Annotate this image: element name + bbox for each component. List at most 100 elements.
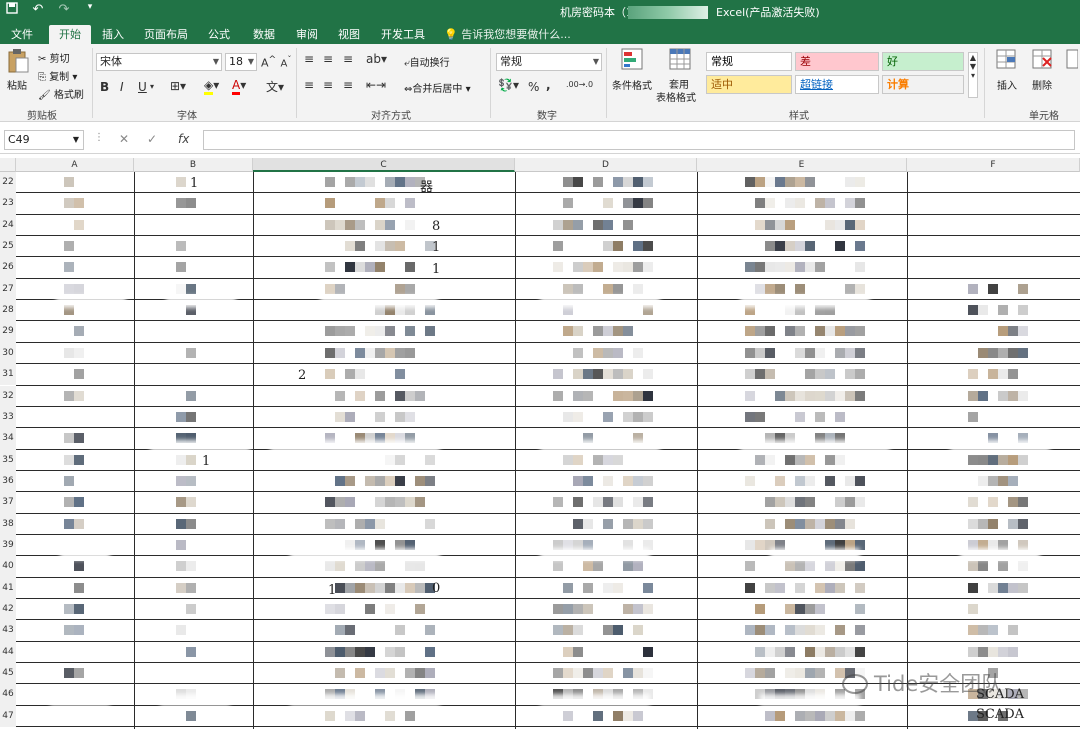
tab-formulas[interactable]: 公式 <box>202 25 236 44</box>
cell-c26[interactable]: 1 <box>432 262 440 277</box>
cancel-icon[interactable]: ✕ <box>119 132 129 146</box>
customize-qat-icon[interactable]: ▾ <box>82 2 98 18</box>
cell-f47[interactable]: SCADA <box>976 707 1024 722</box>
row-header-44[interactable]: 44 <box>0 641 16 664</box>
row-header-46[interactable]: 46 <box>0 684 16 706</box>
number-format-select[interactable]: 常规 ▼ <box>496 53 602 71</box>
row-header-35[interactable]: 35 <box>0 449 16 471</box>
align-top-icon[interactable]: ≡ <box>304 52 314 66</box>
style-neutral[interactable]: 适中 <box>706 75 792 94</box>
style-good[interactable]: 好 <box>882 52 964 71</box>
align-right-icon[interactable]: ≡ <box>343 78 353 92</box>
increase-font-icon[interactable]: A^ <box>261 54 276 70</box>
cell-c31[interactable]: 2 <box>298 368 306 383</box>
cell-b35[interactable]: 1 <box>202 454 210 469</box>
table-format-label-2[interactable]: 表格格式 <box>656 89 696 104</box>
style-hyperlink[interactable]: 超链接 <box>795 75 879 94</box>
row-header-25[interactable]: 25 <box>0 236 16 258</box>
tell-me-box[interactable]: 💡 告诉我您想要做什么... <box>444 25 571 44</box>
row-header-41[interactable]: 41 <box>0 577 16 599</box>
fill-color-icon[interactable]: ◈▾ <box>204 78 219 95</box>
merge-center-button[interactable]: ⇔合并后居中 ▾ <box>404 80 471 95</box>
cell-c25[interactable]: 1 <box>432 240 440 255</box>
row-header-33[interactable]: 33 <box>0 406 16 429</box>
chevron-down-icon[interactable]: ▾ <box>150 82 154 91</box>
align-bottom-icon[interactable]: ≡ <box>343 52 353 66</box>
row-header-29[interactable]: 29 <box>0 321 16 343</box>
row-header-45[interactable]: 45 <box>0 663 16 685</box>
row-header-36[interactable]: 36 <box>0 470 16 493</box>
tab-data[interactable]: 数据 <box>247 25 281 44</box>
row-header-47[interactable]: 47 <box>0 705 16 728</box>
style-bad[interactable]: 差 <box>795 52 879 71</box>
indent-icon[interactable]: ⇤⇥ <box>366 78 386 92</box>
name-box[interactable]: C49 ▼ <box>4 130 84 150</box>
orientation-icon[interactable]: ab▾ <box>366 52 387 66</box>
wrap-text-button[interactable]: ⤶自动换行 <box>404 54 450 69</box>
style-normal[interactable]: 常规 <box>706 52 792 71</box>
cell-c24[interactable]: 8 <box>432 219 440 234</box>
styles-scroll-icon[interactable]: ▲ ▼ ▾ <box>968 52 978 98</box>
row-header-31[interactable]: 31 <box>0 364 16 386</box>
row-header-22[interactable]: 22 <box>0 172 16 194</box>
insert-cells-icon[interactable] <box>994 48 1018 72</box>
cell-c41-b[interactable]: 0 <box>432 581 440 596</box>
phonetic-icon[interactable]: 文▾ <box>266 78 284 95</box>
column-header-b[interactable]: B <box>134 158 253 172</box>
tab-file[interactable]: 文件 <box>2 25 42 44</box>
row-header-38[interactable]: 38 <box>0 513 16 535</box>
redo-icon[interactable]: ↷ <box>56 2 72 18</box>
row-header-23[interactable]: 23 <box>0 193 16 215</box>
row-header-26[interactable]: 26 <box>0 257 16 279</box>
column-header-d[interactable]: D <box>515 158 697 172</box>
font-color-icon[interactable]: A▾ <box>232 78 246 95</box>
delete-cells-icon[interactable] <box>1030 48 1054 72</box>
comma-button[interactable]: , <box>546 78 551 92</box>
row-header-42[interactable]: 42 <box>0 599 16 621</box>
column-header-a[interactable]: A <box>16 158 134 172</box>
cell-c41[interactable]: 1 <box>328 583 336 598</box>
tab-view[interactable]: 视图 <box>332 25 366 44</box>
paste-button[interactable]: 粘贴 <box>7 77 27 92</box>
align-left-icon[interactable]: ≡ <box>304 78 314 92</box>
style-calculation[interactable]: 计算 <box>882 75 964 94</box>
cell-c22[interactable]: 器 <box>420 176 433 195</box>
cell-b22[interactable]: 1 <box>190 176 198 191</box>
enter-icon[interactable]: ✓ <box>147 132 157 146</box>
cut-button[interactable]: ✂ 剪切 <box>38 50 70 65</box>
format-painter-button[interactable]: 🖌 格式刷 <box>38 86 84 101</box>
tab-page-layout[interactable]: 页面布局 <box>141 25 191 44</box>
table-format-icon[interactable] <box>668 48 692 72</box>
increase-decimal-icon[interactable]: .00→.0 <box>566 80 593 89</box>
row-header-43[interactable]: 43 <box>0 620 16 642</box>
conditional-format-button[interactable]: 条件格式 <box>612 77 652 92</box>
bold-button[interactable]: B <box>100 80 109 94</box>
tab-review[interactable]: 审阅 <box>290 25 324 44</box>
select-all-corner[interactable] <box>0 158 16 172</box>
row-header-28[interactable]: 28 <box>0 300 16 322</box>
paste-icon[interactable] <box>6 48 30 76</box>
tab-developer[interactable]: 开发工具 <box>376 25 430 44</box>
column-header-e[interactable]: E <box>697 158 907 172</box>
currency-icon[interactable]: 💱▾ <box>498 78 519 92</box>
undo-icon[interactable]: ↶ <box>30 2 46 18</box>
copy-button[interactable]: ⎘ 复制 ▾ <box>38 68 77 83</box>
insert-function-icon[interactable]: fx <box>178 132 189 146</box>
delete-cells-button[interactable]: 删除 <box>1032 77 1052 92</box>
tab-insert[interactable]: 插入 <box>96 25 130 44</box>
formula-input[interactable] <box>203 130 1075 150</box>
format-cells-icon[interactable] <box>1066 48 1079 72</box>
tab-home[interactable]: 开始 <box>49 25 91 44</box>
save-icon[interactable] <box>4 2 20 18</box>
underline-button[interactable]: U <box>138 80 147 94</box>
row-header-40[interactable]: 40 <box>0 556 16 578</box>
align-middle-icon[interactable]: ≡ <box>323 52 333 66</box>
row-header-30[interactable]: 30 <box>0 342 16 365</box>
font-size-select[interactable]: 18 ▼ <box>225 53 257 71</box>
percent-button[interactable]: % <box>528 80 539 94</box>
row-header-27[interactable]: 27 <box>0 278 16 301</box>
insert-cells-button[interactable]: 插入 <box>997 77 1017 92</box>
conditional-format-icon[interactable] <box>620 48 644 72</box>
row-header-37[interactable]: 37 <box>0 492 16 514</box>
align-center-icon[interactable]: ≡ <box>323 78 333 92</box>
